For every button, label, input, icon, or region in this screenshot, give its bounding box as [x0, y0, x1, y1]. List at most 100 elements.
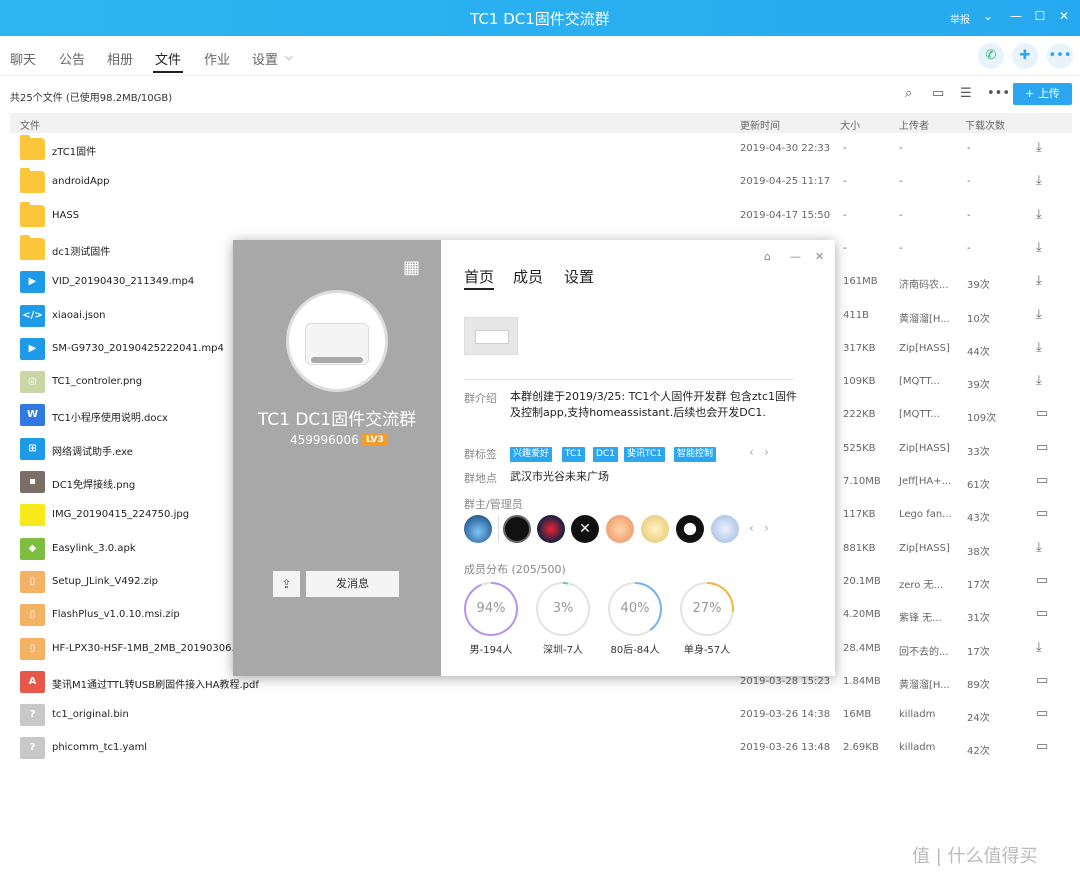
file-name: tc1_original.bin — [52, 709, 129, 721]
open-folder-icon[interactable]: ▭ — [1036, 506, 1048, 521]
download-icon[interactable]: ⤓ — [1036, 273, 1042, 288]
header-uploader[interactable]: 上传者 — [899, 117, 929, 132]
open-folder-icon[interactable]: ▭ — [1036, 440, 1048, 455]
download-icon[interactable]: ⤓ — [1036, 640, 1042, 655]
download-icon[interactable]: ⤓ — [1036, 373, 1042, 388]
admin-avatar[interactable] — [676, 515, 704, 543]
more-icon[interactable]: ••• — [1047, 43, 1073, 69]
close-icon[interactable]: ✕ — [1056, 9, 1072, 23]
chevron-right-icon[interactable]: › — [764, 445, 769, 459]
pin-icon[interactable]: ⌂ — [764, 250, 771, 263]
tab-notice[interactable]: 公告 — [59, 49, 85, 68]
table-row[interactable]: ? tc1_original.bin 2019-03-26 14:38 16MB kil… — [10, 699, 1072, 732]
download-icon[interactable]: ⤓ — [1036, 240, 1042, 255]
download-icon[interactable]: ⤓ — [1036, 207, 1042, 222]
admin-avatar[interactable] — [503, 515, 531, 543]
open-folder-icon[interactable]: ▭ — [1036, 473, 1048, 488]
open-folder-icon[interactable]: ▭ — [1036, 739, 1048, 754]
send-message-button[interactable]: 发消息 — [306, 571, 399, 597]
file-downloads: 109次 — [967, 413, 997, 425]
search-icon[interactable]: ⌕ — [905, 86, 912, 101]
download-icon[interactable]: ⤓ — [1036, 307, 1042, 322]
download-icon[interactable]: ⤓ — [1036, 140, 1042, 155]
admin-avatar[interactable] — [464, 515, 492, 543]
download-icon[interactable]: ⤓ — [1036, 340, 1042, 355]
file-time: 2019-04-25 11:17 — [740, 176, 831, 188]
file-uploader: 黄溜溜[H... — [899, 679, 950, 691]
folder-icon — [20, 168, 45, 194]
table-row[interactable]: ? phicomm_tc1.yaml 2019-03-26 13:48 2.69KB k… — [10, 732, 1072, 765]
admin-avatar[interactable]: ✕ — [571, 515, 599, 543]
tab-settings[interactable]: 设置 — [252, 49, 278, 68]
file-downloads: - — [967, 242, 971, 254]
open-folder-icon[interactable]: ▭ — [1036, 406, 1048, 421]
header-downloads[interactable]: 下载次数 — [965, 117, 1005, 132]
distribution-ring[interactable]: 40% — [608, 582, 662, 636]
tag-item[interactable]: TC1 — [562, 447, 585, 462]
report-link[interactable]: 举报 — [950, 11, 970, 26]
ring-percent: 94% — [466, 584, 516, 634]
dropdown-icon[interactable]: ⌄ — [980, 9, 996, 23]
chevron-down-icon[interactable]: ⌵ — [285, 52, 293, 63]
card-close-icon[interactable]: ✕ — [815, 250, 824, 263]
tag-item[interactable]: DC1 — [593, 447, 618, 462]
file-word-icon: W — [20, 404, 45, 427]
file-size: 881KB — [843, 542, 876, 554]
group-photo-thumbnail[interactable] — [464, 317, 518, 355]
admin-avatar[interactable] — [641, 515, 669, 543]
header-size[interactable]: 大小 — [840, 117, 860, 132]
file-zip-icon: ▯ — [20, 570, 45, 593]
tab-home[interactable]: 首页 — [464, 266, 495, 290]
more-options-icon[interactable]: ••• — [987, 86, 1010, 101]
ring-label: 深圳-7人 — [543, 645, 583, 656]
tab-homework[interactable]: 作业 — [204, 49, 230, 68]
file-uploader: - — [899, 143, 903, 154]
chevron-left-icon[interactable]: ‹ — [749, 445, 754, 459]
open-folder-icon[interactable]: ▭ — [1036, 673, 1048, 688]
file-downloads: 10次 — [967, 313, 990, 325]
file-name: Easylink_3.0.apk — [52, 542, 136, 554]
tab-album[interactable]: 相册 — [107, 49, 133, 68]
phone-icon[interactable]: ✆ — [978, 43, 1004, 69]
table-row[interactable]: zTC1固件 2019-04-30 22:33 - - - ⤓ — [10, 133, 1072, 166]
distribution-ring[interactable]: 27% — [680, 582, 734, 636]
inbox-icon[interactable]: ▭ — [932, 86, 944, 101]
tag-item[interactable]: 智能控制 — [674, 447, 717, 462]
header-name[interactable]: 文件 — [20, 117, 40, 132]
admin-avatar[interactable] — [711, 515, 739, 543]
file-size: 109KB — [843, 376, 876, 388]
open-folder-icon[interactable]: ▭ — [1036, 606, 1048, 621]
table-row[interactable]: androidApp 2019-04-25 11:17- - - ⤓ — [10, 166, 1072, 199]
distribution-ring[interactable]: 3% — [536, 582, 590, 636]
header-time[interactable]: 更新时间 — [740, 117, 780, 132]
table-row[interactable]: HASS 2019-04-17 15:50- - - ⤓ — [10, 200, 1072, 233]
minimize-icon[interactable]: — — [1008, 9, 1024, 23]
chevron-right-icon[interactable]: › — [764, 521, 769, 535]
download-icon[interactable]: ⤓ — [1036, 173, 1042, 188]
admin-avatar[interactable] — [537, 515, 565, 543]
file-downloads: 38次 — [967, 546, 990, 558]
list-view-icon[interactable]: ☰ — [960, 86, 972, 101]
file-unknown-icon: ? — [20, 737, 45, 760]
tab-members[interactable]: 成员 — [513, 266, 543, 287]
open-folder-icon[interactable]: ▭ — [1036, 573, 1048, 588]
download-icon[interactable]: ⤓ — [1036, 540, 1042, 555]
tab-card-settings[interactable]: 设置 — [564, 266, 594, 287]
admin-avatar[interactable] — [606, 515, 634, 543]
tag-item[interactable]: 斐讯TC1 — [624, 447, 665, 462]
distribution-ring[interactable]: 94% — [464, 582, 518, 636]
qr-code-icon[interactable]: ▦ — [403, 257, 420, 278]
card-minimize-icon[interactable]: — — [790, 250, 801, 263]
tag-item[interactable]: 兴趣爱好 — [510, 447, 553, 462]
file-time: 2019-03-26 13:48 — [740, 742, 831, 754]
title-bar: TC1 DC1固件交流群 举报 ⌄ — ☐ ✕ — [0, 0, 1080, 36]
open-folder-icon[interactable]: ▭ — [1036, 706, 1048, 721]
chevron-left-icon[interactable]: ‹ — [749, 521, 754, 535]
file-size: 2.69KB — [843, 742, 879, 754]
upload-button[interactable]: + 上传 — [1013, 83, 1072, 105]
add-message-icon[interactable]: ✚ — [1012, 43, 1038, 69]
tab-files[interactable]: 文件 — [152, 49, 184, 73]
maximize-icon[interactable]: ☐ — [1032, 9, 1048, 23]
tab-chat[interactable]: 聊天 — [10, 49, 36, 68]
share-button[interactable]: ⇪ — [273, 571, 300, 597]
